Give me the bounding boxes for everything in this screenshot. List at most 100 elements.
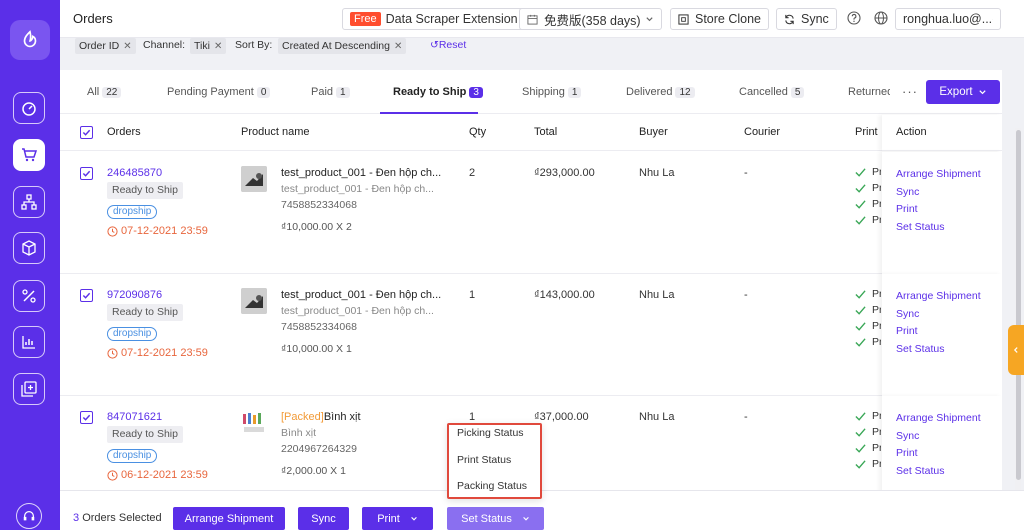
filter-chip-order-id[interactable]: Order ID ✕ <box>75 38 136 54</box>
nav-add[interactable] <box>13 373 45 405</box>
print-status-text: Pr <box>872 198 881 210</box>
row-checkbox[interactable] <box>80 289 93 302</box>
check-icon <box>855 411 866 421</box>
more-tabs-icon[interactable]: ··· <box>902 84 918 99</box>
menu-item-print-status[interactable]: Print Status <box>457 454 511 466</box>
bulk-print-label: Print <box>377 512 400 525</box>
status-badge: Ready to Ship <box>107 304 183 321</box>
nav-dashboard[interactable] <box>13 92 45 124</box>
buyer-cell: Nhu La <box>639 411 675 423</box>
reset-filters-link[interactable]: ↺Reset <box>430 39 466 51</box>
header-sync-button[interactable]: Sync <box>776 8 837 30</box>
tab-cancelled[interactable]: Cancelled 5 <box>739 86 805 98</box>
store-clone-button[interactable]: Store Clone <box>670 8 770 30</box>
product-image <box>241 166 267 192</box>
data-scraper-button[interactable]: Free Data Scraper Extension <box>342 8 526 30</box>
close-icon[interactable]: ✕ <box>123 41 131 52</box>
side-panel-toggle[interactable] <box>1008 325 1024 375</box>
tab-count: 0 <box>256 87 271 98</box>
product-name[interactable]: test_product_001 - Đen hộp ch... <box>281 289 441 301</box>
export-label: Export <box>939 86 973 98</box>
support-button[interactable] <box>16 503 42 529</box>
tab-delivered[interactable]: Delivered 12 <box>626 86 695 98</box>
selected-count-label: Orders Selected <box>82 512 162 524</box>
tab-paid[interactable]: Paid 1 <box>311 86 350 98</box>
print-link[interactable]: Print <box>896 325 918 337</box>
print-status-text: Pr <box>872 166 881 178</box>
help-icon[interactable] <box>847 11 861 25</box>
print-status-item: Pr <box>855 334 881 350</box>
close-icon[interactable]: ✕ <box>394 41 402 52</box>
tab-ready-to-ship[interactable]: Ready to Ship 3 <box>393 86 483 98</box>
arrange-shipment-link[interactable]: Arrange Shipment <box>896 412 981 424</box>
print-status-item: Pr <box>855 408 881 424</box>
scrollbar-thumb[interactable] <box>1016 130 1021 480</box>
tab-all[interactable]: All 22 <box>87 86 122 98</box>
bulk-print-button[interactable]: Print <box>362 507 433 530</box>
page-title: Orders <box>73 11 113 26</box>
product-thumbnail <box>241 166 267 192</box>
product-name[interactable]: [Packed]Bình xịt <box>281 411 361 423</box>
order-id-link[interactable]: 847071621 <box>107 411 162 423</box>
bulk-sync-button[interactable]: Sync <box>298 507 349 530</box>
globe-icon[interactable] <box>874 11 888 25</box>
menu-item-packing-status[interactable]: Packing Status <box>457 480 527 492</box>
product-sku: 7458852334068 <box>281 199 357 211</box>
nav-promotions[interactable] <box>13 280 45 312</box>
plan-select[interactable]: 免费版(358 days) <box>519 8 662 30</box>
col-qty: Qty <box>469 126 487 138</box>
check-icon <box>82 170 91 177</box>
buyer-cell: Nhu La <box>639 167 675 179</box>
product-name-text: test_product_001 - Đen hộp ch... <box>281 167 442 179</box>
set-status-dropdown: Picking Status Print Status Packing Stat… <box>447 423 542 499</box>
bulk-set-status-button[interactable]: Set Status <box>447 507 544 530</box>
sync-link[interactable]: Sync <box>896 430 919 442</box>
print-status-item: Pr <box>855 302 881 318</box>
row-checkbox[interactable] <box>80 167 93 180</box>
hierarchy-icon <box>21 194 37 210</box>
nav-orders[interactable] <box>13 139 45 171</box>
sync-link[interactable]: Sync <box>896 308 919 320</box>
col-buyer: Buyer <box>639 126 668 138</box>
app-logo[interactable] <box>10 20 50 60</box>
filter-chip-sort[interactable]: Created At Descending ✕ <box>278 38 407 54</box>
bulk-arrange-shipment-button[interactable]: Arrange Shipment <box>173 507 285 530</box>
arrange-shipment-link[interactable]: Arrange Shipment <box>896 290 981 302</box>
set-status-link[interactable]: Set Status <box>896 343 944 355</box>
set-status-link[interactable]: Set Status <box>896 221 944 233</box>
nav-reports[interactable] <box>13 326 45 358</box>
close-icon[interactable]: ✕ <box>214 41 222 52</box>
nav-org[interactable] <box>13 186 45 218</box>
sync-link[interactable]: Sync <box>896 186 919 198</box>
product-name[interactable]: test_product_001 - Đen hộp ch... <box>281 167 441 179</box>
print-status-text: Pr <box>872 336 881 348</box>
nav-products[interactable] <box>13 232 45 264</box>
ship-deadline: 06-12-2021 23:59 <box>107 469 208 481</box>
dashboard-icon <box>22 102 36 116</box>
print-link[interactable]: Print <box>896 203 918 215</box>
courier-cell: - <box>744 289 748 301</box>
arrange-shipment-link[interactable]: Arrange Shipment <box>896 168 981 180</box>
table-row: 246485870 Ready to Ship dropship 07-12-2… <box>60 152 1002 274</box>
print-status-item: Pr <box>855 212 881 228</box>
print-link[interactable]: Print <box>896 447 918 459</box>
order-id-link[interactable]: 972090876 <box>107 289 162 301</box>
qty-cell: 1 <box>469 289 476 301</box>
check-icon <box>855 183 866 193</box>
tab-pending-payment[interactable]: Pending Payment 0 <box>167 86 271 98</box>
print-status-list: Pr Pr Pr Pr <box>855 286 881 350</box>
tab-returned[interactable]: Returned <box>848 86 890 98</box>
export-button[interactable]: Export <box>926 80 1000 104</box>
select-all-checkbox[interactable] <box>80 126 93 139</box>
filter-chip-channel[interactable]: Tiki ✕ <box>190 38 227 54</box>
user-menu[interactable]: ronghua.luo@... <box>895 8 1001 30</box>
check-icon <box>855 199 866 209</box>
selected-count-number: 3 <box>73 512 80 524</box>
filter-chip-label: Tiki <box>194 40 210 52</box>
order-id-link[interactable]: 246485870 <box>107 167 162 179</box>
row-checkbox[interactable] <box>80 411 93 424</box>
set-status-link[interactable]: Set Status <box>896 465 944 477</box>
menu-item-picking-status[interactable]: Picking Status <box>457 427 524 439</box>
action-cell: Arrange Shipment Sync Print Set Status <box>882 152 1002 274</box>
tab-shipping[interactable]: Shipping 1 <box>522 86 582 98</box>
